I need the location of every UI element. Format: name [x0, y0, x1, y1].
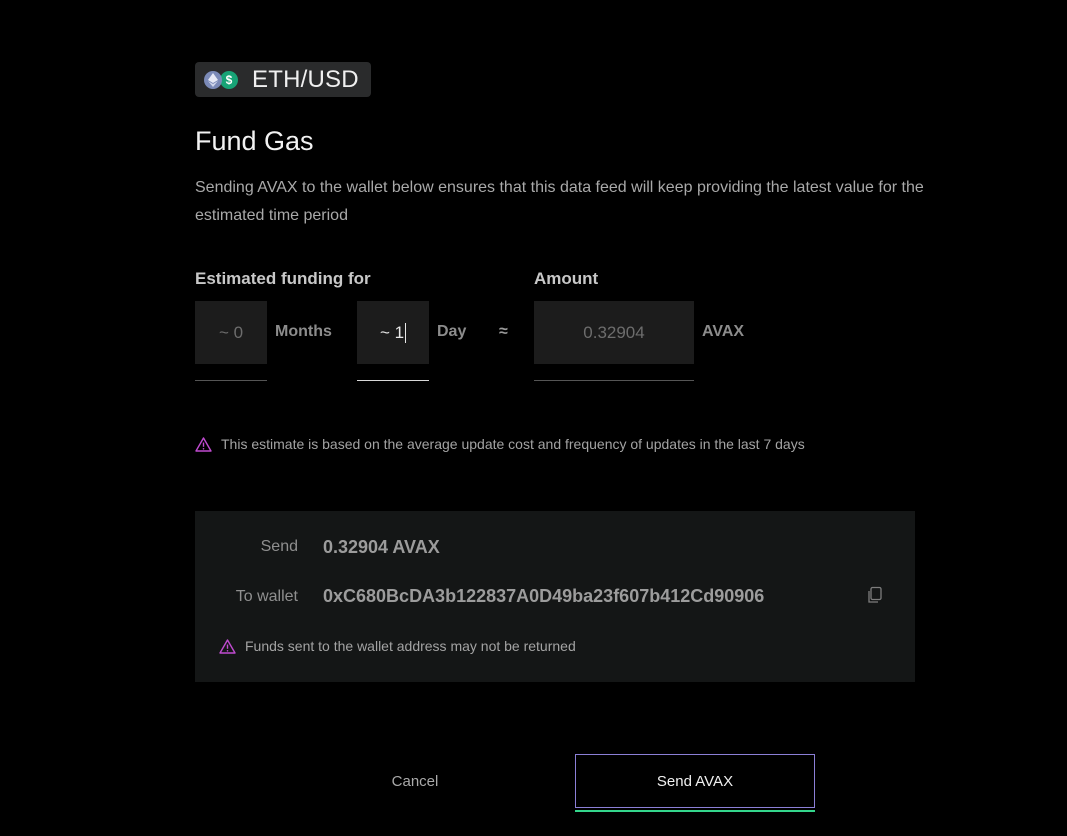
eth-icon	[204, 70, 222, 89]
pair-label: ETH/USD	[252, 65, 359, 93]
estimate-warning-text: This estimate is based on the average up…	[221, 436, 805, 452]
wallet-label: To wallet	[235, 588, 298, 605]
page-title: Fund Gas	[195, 126, 314, 156]
amount-input[interactable]: 0.32904	[534, 301, 694, 364]
months-underline	[195, 380, 267, 381]
usd-icon: $	[220, 70, 238, 89]
page-description: Sending AVAX to the wallet below ensures…	[195, 179, 924, 224]
amount-unit: AVAX	[702, 323, 745, 340]
send-button-underline	[575, 810, 815, 812]
send-label: Send	[260, 538, 298, 555]
amount-value: 0.32904	[583, 322, 645, 342]
wallet-address: 0xC680BcDA3b122837A0D49ba23f607b412Cd909…	[323, 586, 765, 606]
pair-badge: $ ETH/USD	[195, 62, 371, 97]
amount-label: Amount	[534, 269, 599, 288]
amount-underline	[534, 380, 694, 381]
funding-label: Estimated funding for	[195, 269, 371, 288]
days-underline	[357, 380, 429, 381]
send-value: 0.32904 AVAX	[323, 537, 440, 557]
days-input[interactable]: ~ 1	[357, 301, 429, 364]
warning-icon	[219, 638, 236, 654]
text-caret	[405, 322, 407, 343]
days-value: ~ 1	[379, 322, 405, 342]
cancel-button[interactable]: Cancel	[370, 768, 460, 794]
days-unit: Day	[437, 323, 467, 340]
months-input[interactable]: ~ 0	[195, 301, 267, 364]
estimate-warning: This estimate is based on the average up…	[195, 436, 805, 452]
send-avax-button[interactable]: Send AVAX	[575, 754, 815, 808]
funds-warning-text: Funds sent to the wallet address may not…	[245, 638, 576, 654]
months-unit: Months	[275, 323, 332, 340]
copy-icon[interactable]	[866, 586, 884, 604]
warning-icon	[195, 436, 212, 452]
approx-symbol: ≈	[499, 323, 508, 340]
months-value: ~ 0	[218, 322, 244, 342]
funds-warning: Funds sent to the wallet address may not…	[219, 638, 576, 654]
